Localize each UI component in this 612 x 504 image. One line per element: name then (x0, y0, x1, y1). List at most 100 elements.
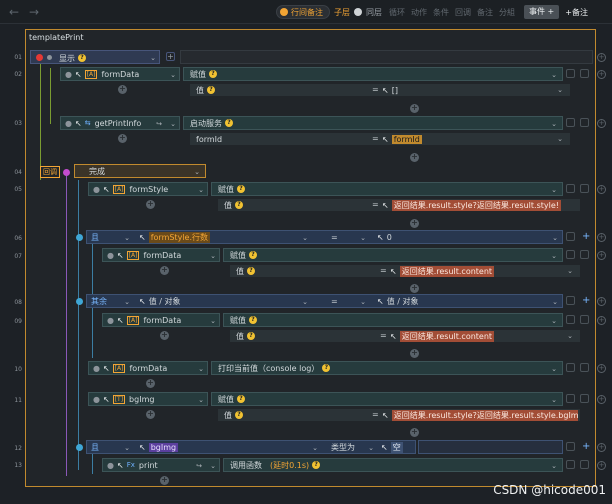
chevron-down-icon[interactable]: ⌄ (197, 365, 205, 373)
row-option-button[interactable] (580, 69, 589, 78)
drag-dot-icon[interactable]: ● (65, 119, 72, 128)
chevron-down-icon[interactable]: ⌄ (551, 234, 559, 242)
add-condition-icon[interactable]: + (582, 231, 590, 242)
pointer-icon[interactable]: ↖ (377, 297, 384, 306)
assign-op-cell[interactable]: 赋值? ⌄ (183, 67, 563, 81)
pointer-icon[interactable]: ↖ (390, 332, 397, 341)
help-icon[interactable]: ? (312, 461, 321, 469)
row-option-button[interactable] (566, 250, 575, 259)
target-name[interactable]: formData (143, 316, 181, 325)
row-option-button[interactable] (566, 184, 575, 193)
field-text[interactable]: 值 / 对象 (149, 296, 181, 307)
add-param-icon[interactable]: + (410, 349, 419, 358)
chevron-down-icon[interactable]: ⌄ (359, 298, 367, 306)
pointer-icon[interactable]: ↖ (75, 119, 82, 128)
chevron-down-icon[interactable]: ⌄ (556, 86, 564, 94)
chevron-down-icon[interactable]: ⌄ (301, 234, 309, 242)
condition-node-icon[interactable] (76, 444, 83, 451)
chevron-down-icon[interactable]: ⌄ (209, 252, 217, 260)
event-button[interactable]: 事件 + (524, 5, 560, 19)
share-icon[interactable]: ↪ (155, 120, 163, 128)
condition-value[interactable]: ↖ 0 (377, 230, 392, 244)
help-icon[interactable]: ? (225, 119, 233, 127)
help-icon[interactable]: ? (209, 70, 217, 78)
pointer-icon[interactable]: ↖ (377, 233, 384, 242)
add-param-icon[interactable]: + (410, 153, 419, 162)
action-button[interactable]: 动作 (408, 7, 430, 18)
row-action-icon[interactable]: + (597, 53, 606, 62)
if-condition-row[interactable]: 且 ⌄ ↖ formStyle.行数 ⌄ = ⌄ ↖ 0 ⌄ (86, 230, 563, 244)
value-text[interactable]: 空 (390, 441, 403, 453)
row-action-icon[interactable]: + (597, 119, 606, 128)
chevron-down-icon[interactable]: ⌄ (550, 396, 558, 404)
assign-op-cell[interactable]: 赋值? ⌄ (223, 248, 563, 262)
row-action-icon[interactable]: + (597, 316, 606, 325)
chevron-down-icon[interactable]: ⌄ (123, 234, 131, 242)
chevron-down-icon[interactable]: ⌄ (169, 120, 177, 128)
forward-arrow-icon[interactable]: → (26, 4, 42, 20)
row-option-button[interactable] (566, 394, 575, 403)
row-option-button[interactable] (566, 442, 575, 451)
assign-formdata-row[interactable]: ● ↖ [A] formData ⌄ (60, 67, 180, 81)
row-option-button[interactable] (566, 460, 575, 469)
add-child-icon[interactable]: + (160, 266, 169, 275)
help-icon[interactable]: ? (247, 267, 255, 275)
show-event-row[interactable]: 显示? ⌄ (30, 50, 160, 64)
value-text[interactable]: 返回结果.result.style?返回结果.result.style.bgIm (391, 409, 578, 421)
chevron-down-icon[interactable]: ⌄ (311, 444, 319, 452)
pointer-icon[interactable]: ↖ (382, 86, 389, 95)
else-condition-row[interactable]: 其余 ⌄ ↖ 值 / 对象 ⌄ = ⌄ ↖ 值 / 对象 ⌄ (86, 294, 563, 308)
value-field[interactable]: ↖ 返回结果.result.content (390, 330, 495, 342)
call-op-cell[interactable]: 调用函数 (延时0.1s)? ⌄ (223, 458, 563, 472)
value-text[interactable]: [] (392, 86, 398, 95)
chevron-down-icon[interactable]: ⌄ (550, 120, 558, 128)
chevron-down-icon[interactable]: ⌄ (550, 186, 558, 194)
pointer-icon[interactable]: ↖ (117, 461, 124, 470)
loop-button[interactable]: 循环 (386, 7, 408, 18)
print-value-row[interactable]: ● ↖ [A] formData ⌄ (88, 361, 208, 375)
layer-toggle-icon[interactable] (354, 8, 362, 16)
condition-field[interactable]: ↖ bgImg (139, 440, 179, 454)
chevron-down-icon[interactable]: ⌄ (197, 396, 205, 404)
chevron-down-icon[interactable]: ⌄ (551, 298, 559, 306)
param-value[interactable]: ↖ formId (382, 133, 422, 145)
pointer-icon[interactable]: ↖ (382, 201, 389, 210)
pointer-icon[interactable]: ↖ (117, 316, 124, 325)
add-param-icon[interactable]: + (410, 104, 419, 113)
add-row-button[interactable]: + (166, 52, 175, 61)
row-action-icon[interactable]: + (597, 395, 606, 404)
chevron-down-icon[interactable]: ⌄ (550, 252, 558, 260)
row-option-button[interactable] (580, 315, 589, 324)
breakpoint-icon[interactable] (36, 54, 43, 61)
pointer-icon[interactable]: ↖ (117, 251, 124, 260)
pointer-icon[interactable]: ↖ (103, 395, 110, 404)
row-option-button[interactable] (580, 394, 589, 403)
add-param-icon[interactable]: + (410, 219, 419, 228)
add-child-icon[interactable]: + (160, 331, 169, 340)
print-op-cell[interactable]: 打印当前值（console log）? ⌄ (211, 361, 563, 375)
chevron-down-icon[interactable]: ⌄ (556, 135, 564, 143)
comparator[interactable]: 类型为 (331, 440, 355, 454)
row-action-icon[interactable]: + (597, 297, 606, 306)
row-option-button[interactable] (580, 250, 589, 259)
pointer-icon[interactable]: ↖ (382, 411, 389, 420)
help-icon[interactable]: ? (237, 395, 245, 403)
condition-button[interactable]: 条件 (430, 7, 452, 18)
drag-dot-icon[interactable] (47, 55, 52, 60)
assign-formstyle-row[interactable]: ● ↖ [A] formStyle ⌄ (88, 182, 208, 196)
pointer-icon[interactable]: ↖ (139, 233, 146, 242)
chevron-down-icon[interactable]: ⌄ (550, 317, 558, 325)
value-text[interactable]: 0 (387, 233, 392, 242)
value-field[interactable]: ↖ 返回结果.result.style?返回结果.result.style! (382, 199, 578, 211)
row-action-icon[interactable]: + (597, 185, 606, 194)
chevron-down-icon[interactable]: ⌄ (566, 267, 574, 275)
chevron-down-icon[interactable]: ⌄ (209, 317, 217, 325)
pointer-icon[interactable]: ↖ (139, 297, 146, 306)
help-icon[interactable]: ? (235, 201, 243, 209)
branch-node-icon[interactable] (63, 169, 70, 176)
drag-dot-icon[interactable]: ● (93, 395, 100, 404)
target-name[interactable]: formData (101, 70, 139, 79)
add-condition-icon[interactable]: + (582, 441, 590, 452)
value-field[interactable]: ↖[] (382, 84, 398, 96)
call-function-row[interactable]: ● ↖ Fx print ↪ ⌄ (102, 458, 220, 472)
